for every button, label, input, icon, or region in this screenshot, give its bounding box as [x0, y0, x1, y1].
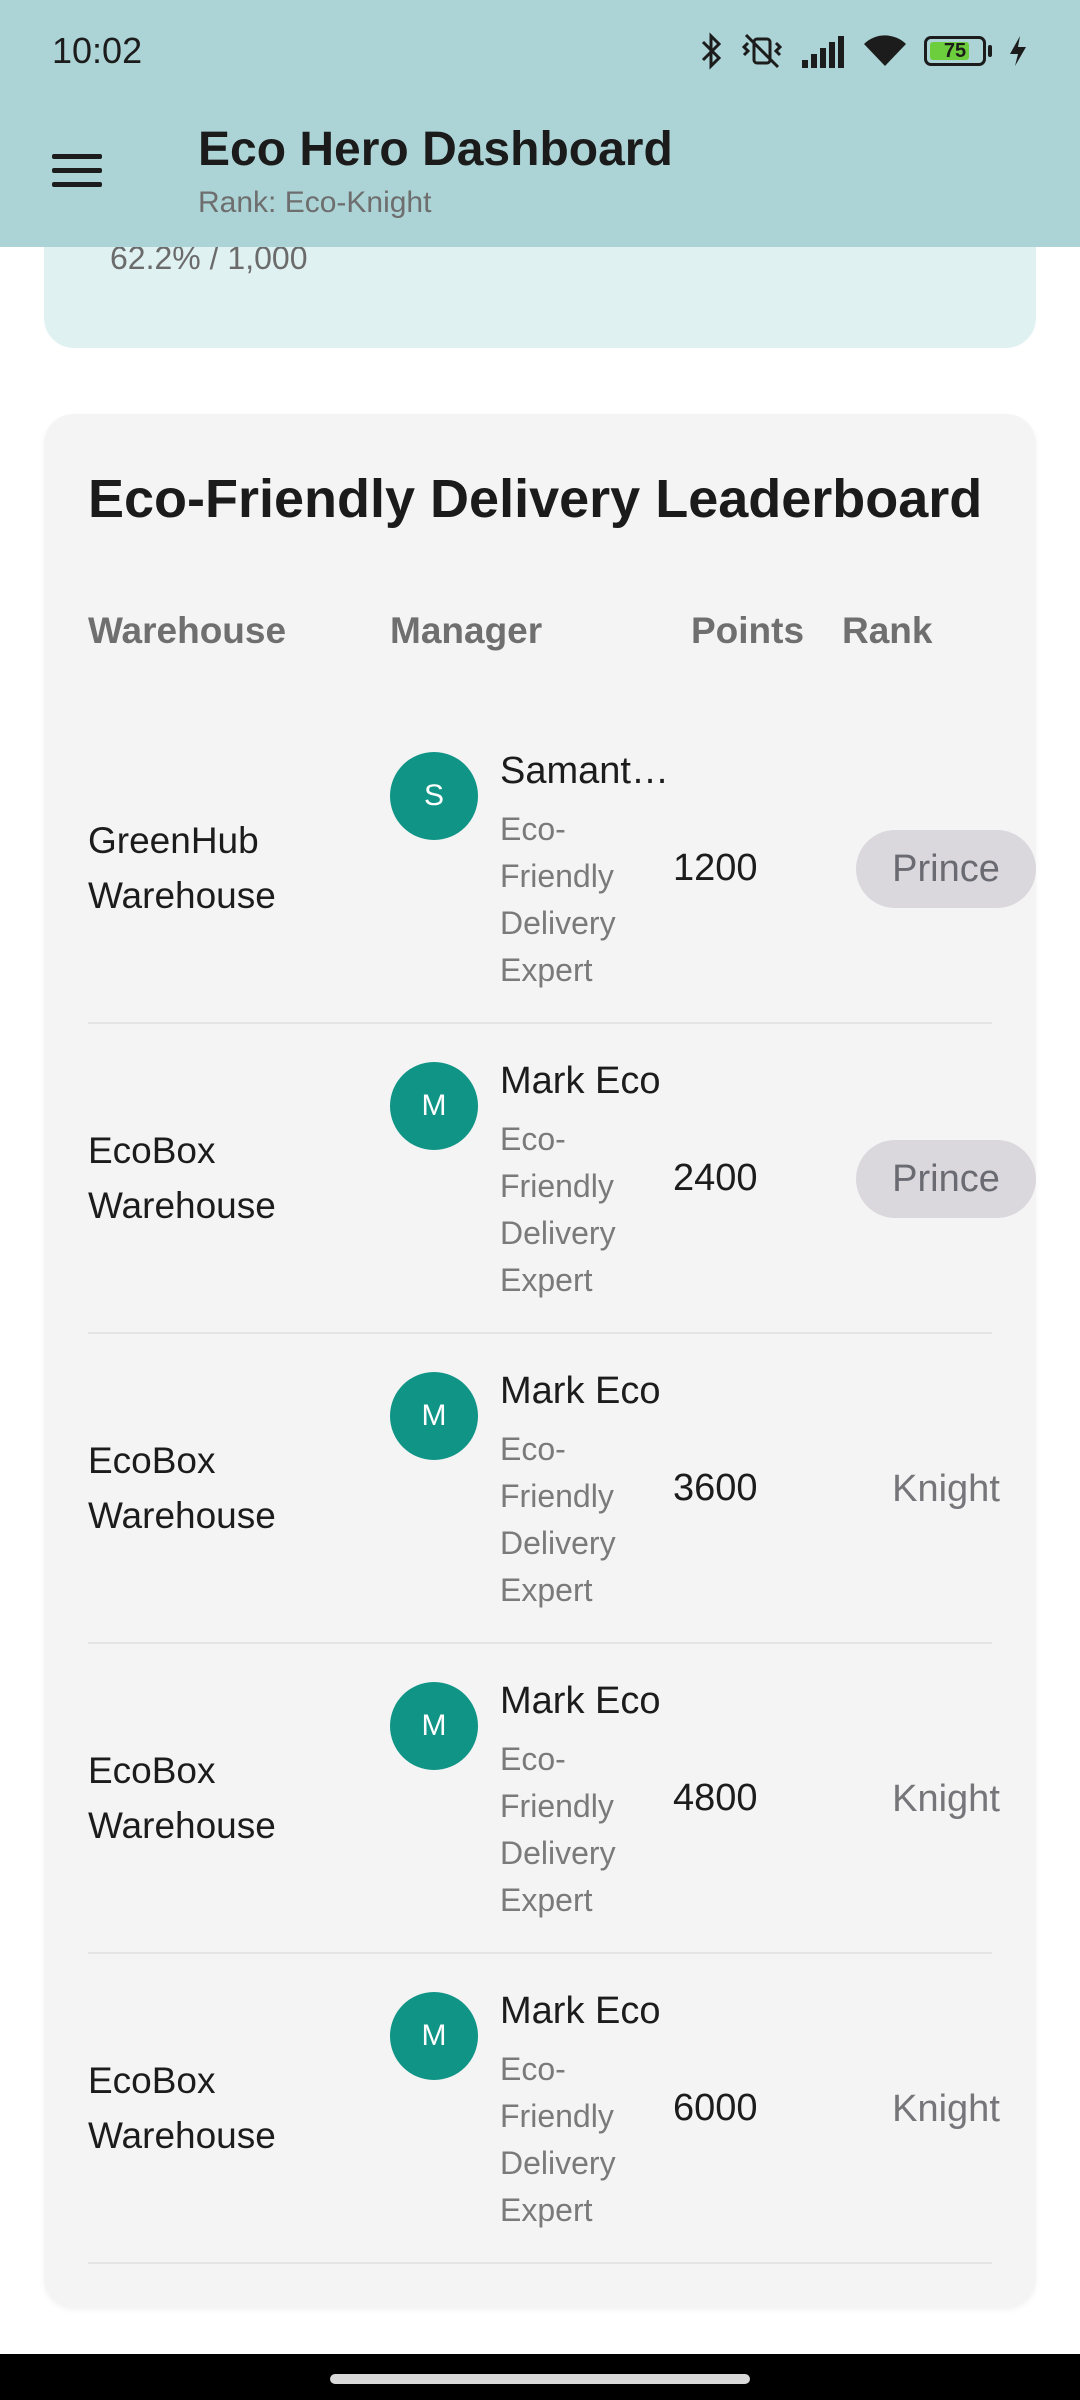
warehouse-cell: EcoBox Warehouse — [88, 1130, 276, 1226]
manager-name: Mark Eco — [500, 1370, 661, 1412]
points-cell: 4800 — [673, 1776, 758, 1819]
leaderboard-title: Eco-Friendly Delivery Leaderboard — [88, 469, 983, 529]
manager-name: Samantha — [500, 750, 672, 792]
app-title: Eco Hero Dashboard — [198, 123, 673, 176]
table-row[interactable]: EcoBox Warehouse M Mark Eco Eco-Friendly… — [88, 1954, 1000, 2264]
avatar: S — [390, 752, 478, 840]
column-header-warehouse[interactable]: Warehouse — [88, 610, 286, 652]
avatar: M — [390, 1062, 478, 1150]
column-header-points[interactable]: Points — [691, 610, 804, 652]
battery-icon: 75 — [924, 36, 986, 66]
manager-role: Eco-Friendly Delivery Expert — [500, 811, 616, 988]
avatar: M — [390, 1992, 478, 2080]
avatar: M — [390, 1372, 478, 1460]
manager-role: Eco-Friendly Delivery Expert — [500, 1431, 616, 1608]
points-cell: 2400 — [673, 1156, 758, 1199]
rank-chip: Prince — [856, 830, 1036, 908]
navigation-bar — [0, 2354, 1080, 2400]
rank-label: Knight — [892, 1777, 1000, 1820]
warehouse-cell: EcoBox Warehouse — [88, 1750, 276, 1846]
table-row[interactable]: GreenHub Warehouse S Samantha Eco-Friend… — [88, 714, 1036, 1024]
manager-name: Mark Eco — [500, 1680, 661, 1722]
battery-level: 75 — [943, 39, 967, 62]
manager-name: Mark Eco — [500, 1060, 661, 1102]
rank-label: Knight — [892, 1467, 1000, 1510]
battery-indicator: 75 — [924, 36, 992, 66]
top-app-bar: 10:02 75 Eco Hero Dashboard Rank: Eco-Kn… — [0, 0, 1080, 247]
warehouse-cell: EcoBox Warehouse — [88, 1440, 276, 1536]
avatar: M — [390, 1682, 478, 1770]
home-gesture-handle[interactable] — [330, 2374, 750, 2384]
warehouse-cell: GreenHub Warehouse — [88, 820, 276, 916]
points-cell: 6000 — [673, 2086, 758, 2129]
rank-label: Knight — [892, 2087, 1000, 2130]
rank-subtitle: Rank: Eco-Knight — [198, 186, 432, 219]
points-cell: 1200 — [673, 846, 758, 889]
table-row[interactable]: EcoBox Warehouse M Mark Eco Eco-Friendly… — [88, 1334, 1000, 1644]
status-time: 10:02 — [52, 30, 143, 71]
hamburger-menu-icon[interactable] — [42, 140, 112, 200]
column-header-rank[interactable]: Rank — [842, 610, 932, 652]
bluetooth-icon — [701, 32, 722, 70]
manager-role: Eco-Friendly Delivery Expert — [500, 1121, 616, 1298]
manager-name: Mark Eco — [500, 1990, 661, 2032]
table-row[interactable]: EcoBox Warehouse M Mark Eco Eco-Friendly… — [88, 1024, 1036, 1334]
signal-icon — [802, 36, 844, 68]
warehouse-cell: EcoBox Warehouse — [88, 2060, 276, 2156]
rank-chip: Prince — [856, 1140, 1036, 1218]
column-header-manager[interactable]: Manager — [390, 610, 542, 652]
charging-icon — [1010, 36, 1026, 66]
table-row[interactable]: EcoBox Warehouse M Mark Eco Eco-Friendly… — [88, 1644, 1000, 1954]
manager-role: Eco-Friendly Delivery Expert — [500, 1741, 616, 1918]
wifi-icon — [864, 35, 906, 66]
leaderboard-card: Eco-Friendly Delivery Leaderboard Wareho… — [44, 414, 1036, 2308]
vibrate-off-icon — [741, 33, 783, 69]
manager-role: Eco-Friendly Delivery Expert — [500, 2051, 616, 2228]
status-icons: 75 — [700, 28, 1028, 74]
points-cell: 3600 — [673, 1466, 758, 1509]
